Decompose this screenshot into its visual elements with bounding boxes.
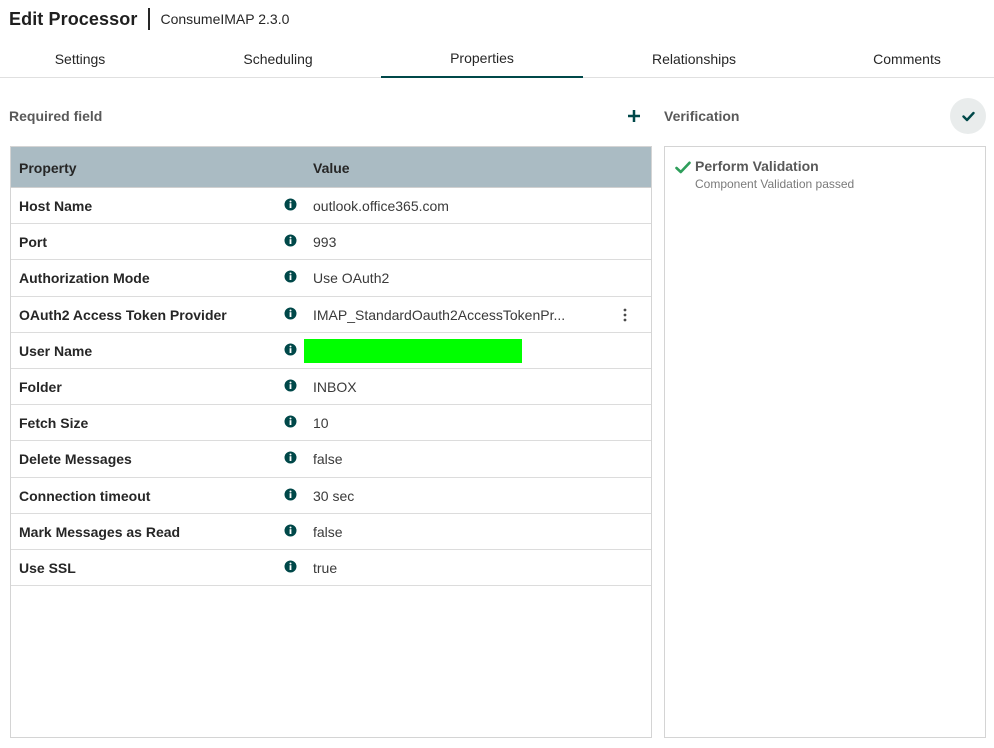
- property-value[interactable]: true: [313, 560, 337, 576]
- property-value[interactable]: INBOX: [313, 379, 357, 395]
- property-value[interactable]: Use OAuth2: [313, 270, 389, 286]
- tab-comments[interactable]: Comments: [808, 40, 994, 78]
- properties-table: Property Value Host Name outlook.office3…: [10, 146, 652, 738]
- processor-type: ConsumeIMAP 2.3.0: [160, 11, 290, 27]
- info-icon[interactable]: [284, 307, 297, 320]
- table-row[interactable]: Authorization Mode Use OAuth2: [11, 260, 651, 297]
- property-name: Authorization Mode: [19, 270, 150, 287]
- required-field-label: Required field: [9, 108, 103, 124]
- property-name: Connection timeout: [19, 487, 151, 504]
- verify-button[interactable]: [950, 98, 986, 134]
- info-icon[interactable]: [284, 415, 297, 428]
- kebab-menu-icon: [623, 308, 627, 321]
- more-options-button[interactable]: [619, 306, 631, 324]
- info-icon[interactable]: [284, 560, 297, 573]
- property-value[interactable]: 993: [313, 234, 336, 250]
- info-icon[interactable]: [284, 198, 297, 211]
- dialog-title: Edit Processor: [9, 8, 138, 29]
- property-name: Use SSL: [19, 559, 76, 576]
- table-row[interactable]: OAuth2 Access Token Provider IMAP_Standa…: [11, 297, 651, 333]
- info-icon[interactable]: [284, 379, 297, 392]
- plus-icon: [628, 110, 640, 122]
- info-icon[interactable]: [284, 488, 297, 501]
- property-value[interactable]: 30 sec: [313, 488, 354, 504]
- verification-item-status: Component Validation passed: [695, 177, 855, 191]
- property-name: Mark Messages as Read: [19, 523, 181, 540]
- title-divider: [148, 8, 151, 30]
- add-property-button[interactable]: [622, 104, 646, 128]
- table-row[interactable]: Folder INBOX: [11, 369, 651, 406]
- info-icon[interactable]: [284, 524, 297, 537]
- tab-properties[interactable]: Properties: [381, 40, 583, 78]
- tab-scheduling[interactable]: Scheduling: [177, 40, 379, 78]
- column-header-value: Value: [313, 160, 350, 176]
- table-row[interactable]: Port 993: [11, 224, 651, 261]
- property-value[interactable]: outlook.office365.com: [313, 198, 449, 214]
- column-header-property: Property: [19, 160, 77, 176]
- property-value[interactable]: 10: [313, 415, 329, 431]
- property-value[interactable]: false: [313, 451, 343, 467]
- table-row[interactable]: Mark Messages as Read false: [11, 514, 651, 550]
- info-icon[interactable]: [284, 451, 297, 464]
- table-row[interactable]: Delete Messages false: [11, 441, 651, 478]
- tab-bar: Settings Scheduling Properties Relations…: [0, 40, 994, 78]
- table-row[interactable]: Host Name outlook.office365.com: [11, 188, 651, 225]
- table-row[interactable]: Connection timeout 30 sec: [11, 478, 651, 514]
- property-value[interactable]: false: [313, 524, 343, 540]
- property-name: Fetch Size: [19, 415, 89, 432]
- verification-label: Verification: [664, 108, 740, 124]
- table-row[interactable]: Fetch Size 10: [11, 405, 651, 442]
- info-icon[interactable]: [284, 234, 297, 247]
- property-name: User Name: [19, 342, 93, 359]
- property-name: OAuth2 Access Token Provider: [19, 306, 227, 323]
- table-header: Property Value: [11, 147, 651, 188]
- verification-panel: Perform Validation Component Validation …: [664, 146, 986, 738]
- verification-item-title: Perform Validation: [695, 158, 819, 174]
- table-row[interactable]: Use SSL true: [11, 550, 651, 587]
- dialog-header: Edit Processor ConsumeIMAP 2.3.0: [9, 6, 289, 32]
- info-icon[interactable]: [284, 270, 297, 283]
- redacted-value[interactable]: [304, 338, 522, 363]
- info-icon[interactable]: [284, 343, 297, 356]
- property-name: Folder: [19, 378, 62, 395]
- tab-relationships[interactable]: Relationships: [593, 40, 795, 78]
- property-name: Delete Messages: [19, 451, 132, 468]
- check-icon: [961, 111, 975, 121]
- property-name: Host Name: [19, 198, 93, 214]
- property-name: Port: [19, 234, 47, 251]
- table-row[interactable]: User Name: [11, 333, 651, 369]
- success-check-icon: [675, 161, 691, 174]
- tab-settings[interactable]: Settings: [0, 40, 160, 78]
- property-value[interactable]: IMAP_StandardOauth2AccessTokenPr...: [313, 307, 565, 323]
